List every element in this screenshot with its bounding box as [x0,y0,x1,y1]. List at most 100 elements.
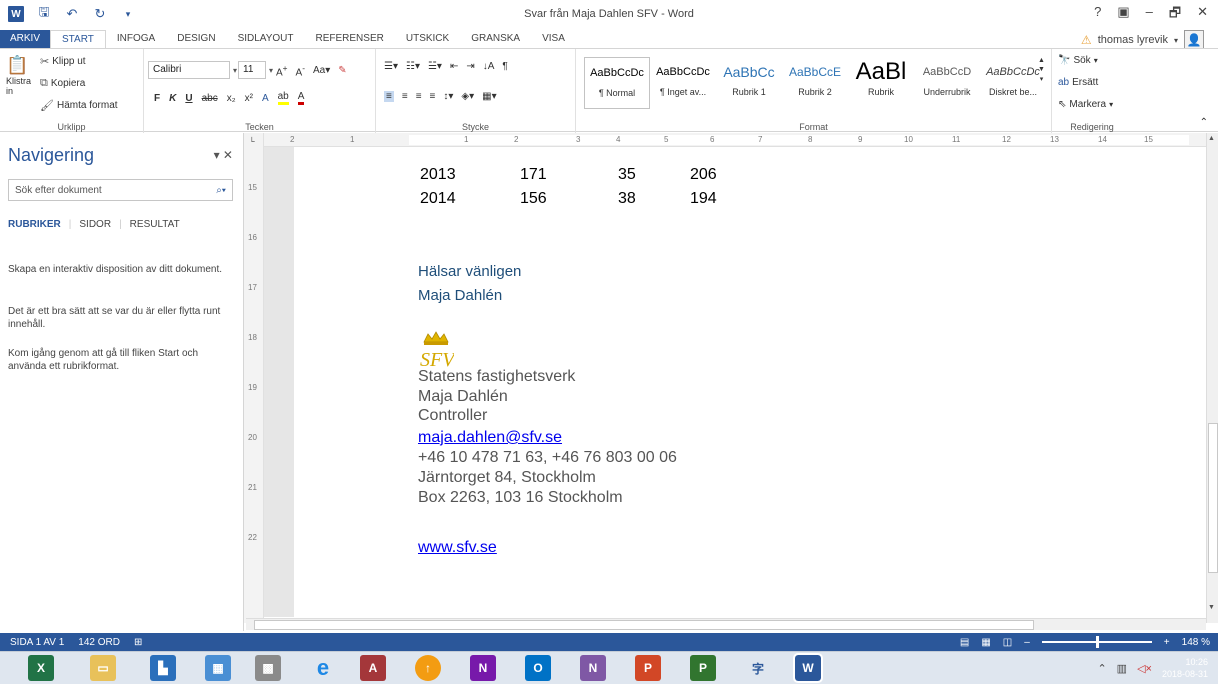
font-color-icon[interactable]: A [297,91,305,105]
copy-button[interactable]: ⧉ Kopiera [40,77,85,90]
word-taskbar-icon[interactable]: W [793,653,823,683]
powerpoint-taskbar-icon[interactable]: P [635,655,661,681]
increase-indent-icon[interactable]: ⇥ [466,61,474,72]
address-line-2[interactable]: Box 2263, 103 16 Stockholm [418,489,623,507]
file-explorer-taskbar-icon[interactable]: ▭ [90,655,116,681]
control-panel-taskbar-icon[interactable]: ▦ [205,655,231,681]
style-normal[interactable]: AaBbCcDc ¶ Normal [584,57,650,109]
vertical-scrollbar[interactable]: ▲ ▼ [1206,133,1218,623]
find-button[interactable]: 🔭 Sök ▾ [1058,55,1098,66]
user-name[interactable]: thomas lyrevik [1098,34,1168,46]
collapse-ribbon-icon[interactable]: ⌃ [1200,117,1208,128]
align-left-icon[interactable]: ≡ [384,91,394,102]
align-center-icon[interactable]: ≡ [402,91,408,102]
ie-taskbar-icon[interactable]: e [310,655,336,681]
access-taskbar-icon[interactable]: A [360,655,386,681]
org-name[interactable]: Statens fastighetsverk [418,368,575,386]
tray-expand-icon[interactable]: ⌃ [1097,662,1106,675]
bold-icon[interactable]: F [154,93,160,104]
text-effects-icon[interactable]: A [262,93,269,104]
shrink-font-icon[interactable]: A- [296,63,305,78]
tab-referenser[interactable]: REFERENSER [305,30,395,48]
clock[interactable]: 10:26 2018-08-31 [1162,656,1208,680]
zoom-slider[interactable] [1041,636,1152,648]
paste-button[interactable]: 📋 Klistra in [6,55,36,96]
grow-font-icon[interactable]: A+ [276,63,288,78]
tab-utskick[interactable]: UTSKICK [395,30,460,48]
styles-scroll[interactable]: ▲ ▼ ▾ [1038,57,1045,83]
language-taskbar-icon[interactable]: 字 [745,655,771,681]
font-name-select[interactable]: Calibri ▾ [148,61,237,79]
italic-icon[interactable]: K [169,93,176,104]
page-indicator[interactable]: SIDA 1 AV 1 [10,637,64,648]
format-painter-button[interactable]: 🖌 Hämta format [40,99,118,112]
signature-name[interactable]: Maja Dahlén [418,388,508,406]
table-cell[interactable]: 38 [618,190,690,208]
table-cell[interactable]: 194 [690,190,750,208]
underline-icon[interactable]: U [185,93,192,104]
style-subtle-emphasis[interactable]: AaBbCcDc Diskret be... [980,57,1046,109]
tab-visa[interactable]: VISA [531,30,576,48]
print-layout-icon[interactable]: ▦ [981,637,990,648]
tab-arkiv[interactable]: ARKIV [0,30,51,48]
strikethrough-icon[interactable]: abc [202,93,218,104]
tab-selector-icon[interactable]: └ [249,137,255,146]
style-heading-1[interactable]: AaBbCc Rubrik 1 [716,57,782,109]
horizontal-scroll-thumb[interactable] [254,620,1034,630]
align-right-icon[interactable]: ≡ [416,91,422,102]
user-account[interactable]: ⚠ thomas lyrevik ▾ 👤 [1081,30,1204,50]
font-size-select[interactable]: 11 ▾ [238,61,273,79]
table-cell[interactable]: 35 [618,166,690,184]
signature-role[interactable]: Controller [418,407,487,425]
nav-tab-resultat[interactable]: RESULTAT [130,219,180,230]
select-button[interactable]: ⇖ Markera ▾ [1058,99,1113,110]
cut-button[interactable]: ✂ Klipp ut [40,55,86,68]
clear-formatting-icon[interactable]: ✎ [338,65,346,76]
update-taskbar-icon[interactable]: ↑ [415,655,441,681]
onenote-taskbar-icon[interactable]: N [470,655,496,681]
nav-tab-sidor[interactable]: SIDOR [79,219,111,230]
shading-icon[interactable]: ◈▾ [461,91,474,102]
close-button[interactable]: ✕ [1197,4,1208,26]
chevron-up-icon[interactable]: ▲ [1038,57,1045,64]
excel-taskbar-icon[interactable]: X [28,655,54,681]
tab-design[interactable]: DESIGN [166,30,226,48]
table-cell[interactable]: 206 [690,166,750,184]
outlook-taskbar-icon[interactable]: O [525,655,551,681]
read-mode-icon[interactable]: ▤ [960,637,969,648]
style-subtitle[interactable]: AaBbCcD Underrubrik [914,57,980,109]
bullets-icon[interactable]: ☰▾ [384,61,398,72]
tab-start[interactable]: START [50,30,106,48]
zoom-out-icon[interactable]: – [1024,637,1030,648]
web-layout-icon[interactable]: ◫ [1003,637,1012,648]
minimize-button[interactable]: – [1146,4,1153,26]
network-icon[interactable]: ▥ [1117,662,1127,675]
nav-tab-rubriker[interactable]: RUBRIKER [8,219,61,230]
horizontal-scrollbar[interactable] [246,618,1206,630]
tab-sidlayout[interactable]: SIDLAYOUT [227,30,305,48]
volume-muted-icon[interactable]: ◁× [1137,662,1152,675]
superscript-icon[interactable]: x² [245,93,253,104]
decrease-indent-icon[interactable]: ⇤ [450,61,458,72]
more-styles-icon[interactable]: ▾ [1040,75,1044,83]
justify-icon[interactable]: ≡ [430,91,436,102]
numbering-icon[interactable]: ☷▾ [406,61,420,72]
subscript-icon[interactable]: x₂ [227,93,236,104]
vertical-ruler[interactable]: └ 15 16 17 18 19 20 21 22 [244,133,264,623]
chevron-down-icon[interactable]: ▼ [1038,66,1045,73]
word-count[interactable]: 142 ORD [78,637,120,648]
table-cell[interactable]: 171 [520,166,618,184]
pilcrow-icon[interactable]: ¶ [502,61,507,72]
tab-granska[interactable]: GRANSKA [460,30,531,48]
tab-infoga[interactable]: INFOGA [106,30,166,48]
scroll-down-icon[interactable]: ▼ [1208,604,1215,611]
email-link[interactable]: maja.dahlen@sfv.se [418,429,562,447]
horizontal-ruler[interactable]: 2 1 1 2 3 4 5 6 7 8 9 10 11 12 13 14 15 [264,133,1210,147]
style-heading-2[interactable]: AaBbCcE Rubrik 2 [782,57,848,109]
style-title[interactable]: AaBl Rubrik [848,57,914,109]
website-link[interactable]: www.sfv.se [418,539,497,557]
borders-icon[interactable]: ▦▾ [482,91,496,102]
vertical-scroll-thumb[interactable] [1208,423,1218,573]
proofing-icon[interactable]: ⊞ [134,637,142,648]
nav-close-button[interactable]: ▾ ✕ [214,148,233,162]
